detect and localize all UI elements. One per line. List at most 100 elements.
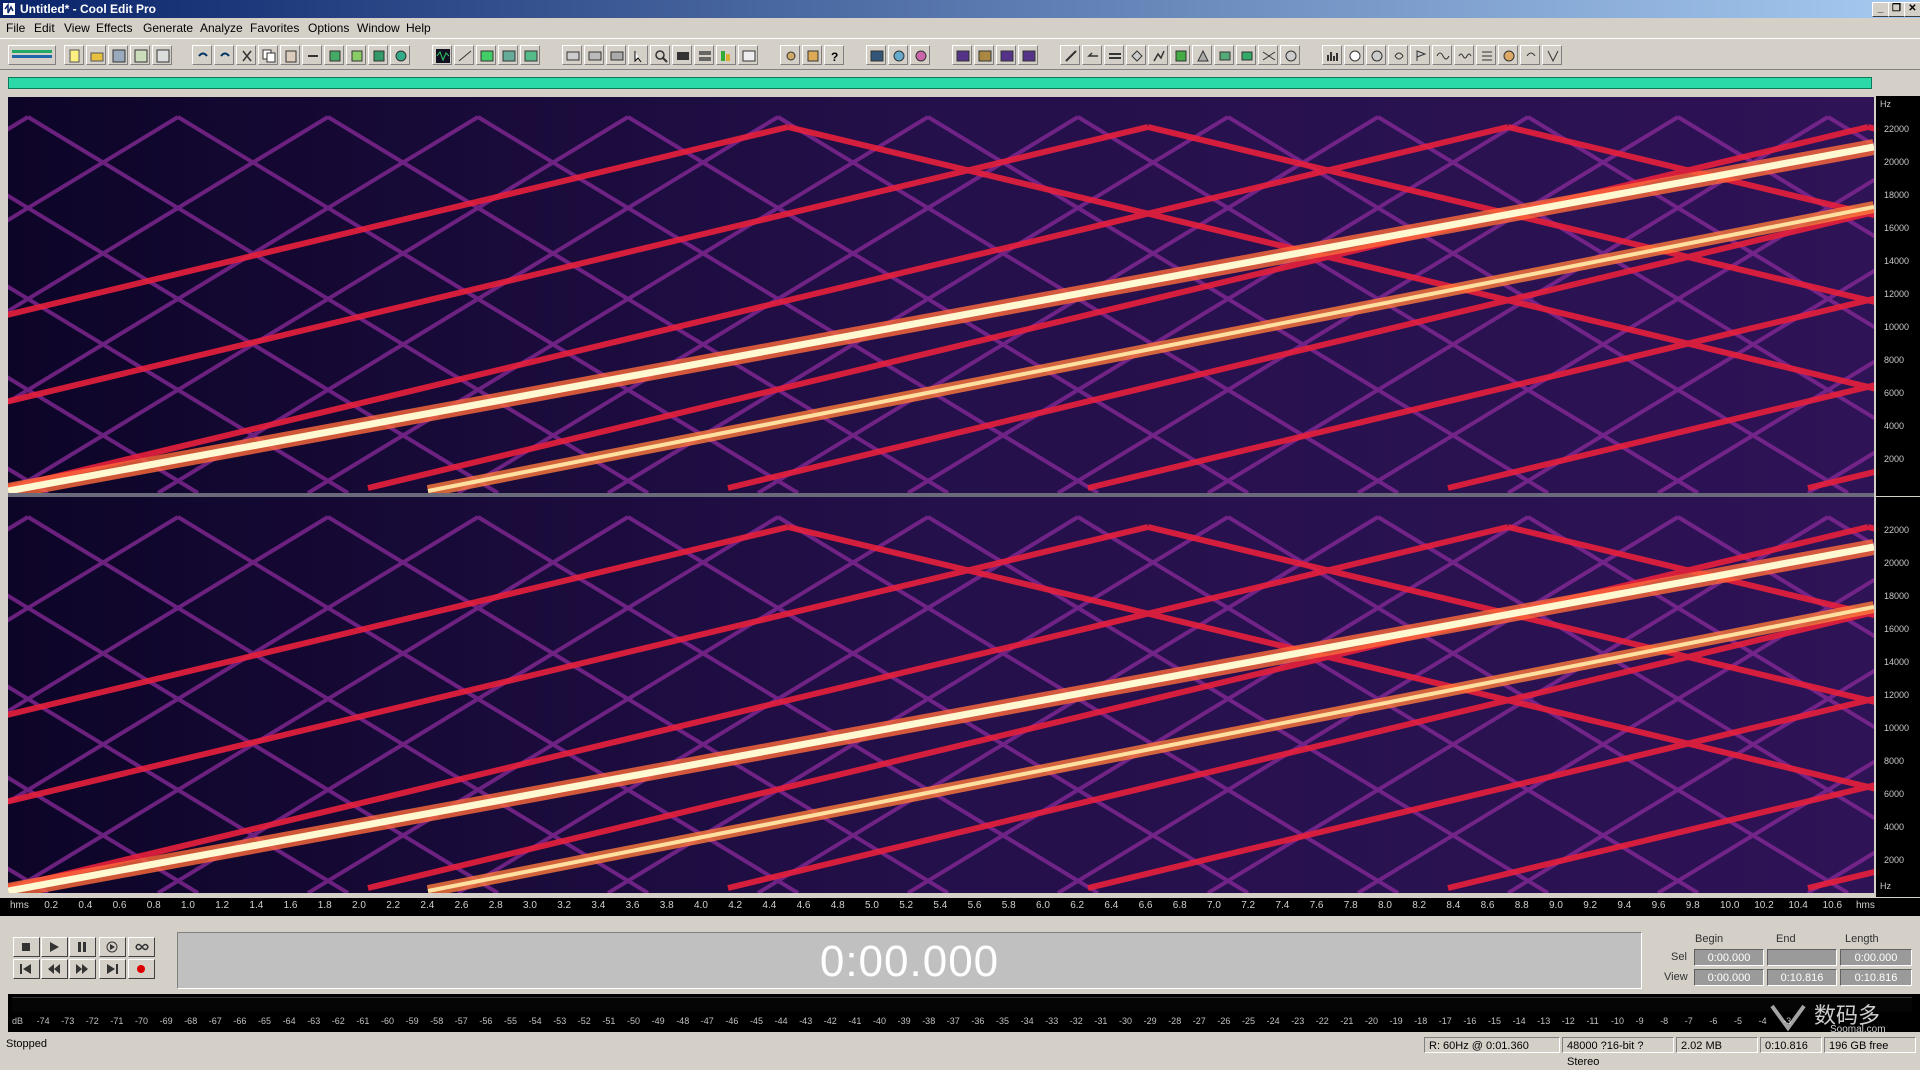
grid-alt-button[interactable] [520, 45, 540, 65]
undo-button[interactable] [192, 45, 212, 65]
menu-generate[interactable]: Generate [143, 21, 193, 35]
menu-window[interactable]: Window [357, 21, 400, 35]
envelope-button[interactable] [476, 45, 496, 65]
analyze-button-4[interactable] [1388, 45, 1408, 65]
pause-button[interactable] [69, 937, 96, 957]
sel-length-field[interactable]: 0:00.000 [1840, 949, 1912, 966]
overview-bar[interactable] [8, 77, 1872, 89]
tool-button-11[interactable] [1280, 45, 1300, 65]
tool-button-8[interactable] [1214, 45, 1234, 65]
spectrogram-left-channel[interactable] [8, 97, 1874, 493]
analyze-button-3[interactable] [1366, 45, 1386, 65]
display-button-1[interactable] [562, 45, 582, 65]
view-begin-field[interactable]: 0:00.000 [1694, 969, 1764, 986]
waveform-view-button[interactable] [432, 45, 452, 65]
level-tick-label: -40 [873, 1016, 887, 1026]
fast-forward-button[interactable] [69, 959, 96, 979]
bits-button[interactable] [672, 45, 692, 65]
menu-effects[interactable]: Effects [96, 21, 132, 35]
frequency-analysis-button[interactable] [866, 45, 886, 65]
analyze-button-6[interactable] [1432, 45, 1452, 65]
analyze-button-10[interactable] [1520, 45, 1540, 65]
tool-button-7[interactable] [1192, 45, 1212, 65]
spectral-view-button[interactable] [454, 45, 474, 65]
sel-end-field[interactable] [1767, 949, 1837, 966]
redo-button[interactable] [214, 45, 234, 65]
tool-button-9[interactable] [1236, 45, 1256, 65]
zoom-button[interactable] [650, 45, 670, 65]
record-clip-button[interactable] [390, 45, 410, 65]
close-button[interactable]: ✕ [1904, 2, 1920, 17]
copy-button[interactable] [258, 45, 278, 65]
time-ruler[interactable]: hms 0.2 0.4 0.6 0.8 1.0 1.2 1.4 1.6 1.8 2.0 2.2 2.4 2… [0, 898, 1920, 916]
tool-button-4[interactable] [1126, 45, 1146, 65]
stop-button[interactable] [13, 937, 40, 957]
go-to-end-button[interactable] [99, 959, 126, 979]
analyze-button-5[interactable] [1410, 45, 1430, 65]
restore-button[interactable]: ❐ [1888, 2, 1905, 17]
view-length-field[interactable]: 0:10.816 [1840, 969, 1912, 986]
loop-button[interactable] [128, 937, 155, 957]
analyze-button-9[interactable] [1498, 45, 1518, 65]
record-button[interactable] [128, 959, 155, 979]
save-as-button[interactable] [130, 45, 150, 65]
settings-button[interactable] [780, 45, 800, 65]
tool-button-6[interactable] [1170, 45, 1190, 65]
tool-button-3[interactable] [1104, 45, 1124, 65]
cursor-button[interactable] [628, 45, 648, 65]
close-file-button[interactable] [152, 45, 172, 65]
menu-help[interactable]: Help [406, 21, 431, 35]
time-tick-label: 2.2 [386, 900, 401, 911]
analyze-button-7[interactable] [1454, 45, 1474, 65]
multitrack-toggle-button[interactable] [8, 45, 56, 65]
analyze-button-11[interactable] [1542, 45, 1562, 65]
display-button-2[interactable] [584, 45, 604, 65]
menu-file[interactable]: File [6, 21, 25, 35]
tool-button-5[interactable] [1148, 45, 1168, 65]
find-button[interactable] [888, 45, 908, 65]
clipboard-button[interactable] [368, 45, 388, 65]
menu-options[interactable]: Options [308, 21, 349, 35]
level-tick-label: -30 [1119, 1016, 1133, 1026]
meter-button[interactable] [716, 45, 736, 65]
grid-button[interactable] [498, 45, 518, 65]
go-to-start-button[interactable] [13, 959, 40, 979]
paste-button[interactable] [280, 45, 300, 65]
hz-tick-label: 20000 [1884, 157, 1910, 167]
open-button[interactable] [86, 45, 106, 65]
tool-button-2[interactable] [1082, 45, 1102, 65]
analyze-button-1[interactable] [1322, 45, 1342, 65]
effect-button-4[interactable] [1018, 45, 1038, 65]
view-end-field[interactable]: 0:10.816 [1767, 969, 1837, 986]
rewind-button[interactable] [41, 959, 68, 979]
play-button[interactable] [41, 937, 68, 957]
info-button[interactable] [738, 45, 758, 65]
analyze-button-2[interactable] [1344, 45, 1364, 65]
display-button-3[interactable] [606, 45, 626, 65]
play-to-end-button[interactable] [99, 937, 126, 957]
tool-button-1[interactable] [1060, 45, 1080, 65]
menu-edit[interactable]: Edit [34, 21, 55, 35]
spectrogram-right-channel[interactable] [8, 497, 1874, 893]
menu-analyze[interactable]: Analyze [200, 21, 243, 35]
channels-button[interactable] [694, 45, 714, 65]
new-button[interactable] [64, 45, 84, 65]
paste-new-button[interactable] [346, 45, 366, 65]
analyze-button-8[interactable] [1476, 45, 1496, 65]
time-tick-label: 2.4 [420, 900, 435, 911]
cut-button[interactable] [236, 45, 256, 65]
minimize-button[interactable]: _ [1872, 2, 1889, 17]
effect-button-1[interactable] [952, 45, 972, 65]
effect-button-2[interactable] [974, 45, 994, 65]
menu-view[interactable]: View [64, 21, 90, 35]
scan-button[interactable] [910, 45, 930, 65]
save-button[interactable] [108, 45, 128, 65]
menu-favorites[interactable]: Favorites [250, 21, 299, 35]
help-button[interactable]: ? [824, 45, 844, 65]
trim-button[interactable] [302, 45, 322, 65]
mix-paste-button[interactable] [324, 45, 344, 65]
scripts-button[interactable] [802, 45, 822, 65]
effect-button-3[interactable] [996, 45, 1016, 65]
tool-button-10[interactable] [1258, 45, 1278, 65]
sel-begin-field[interactable]: 0:00.000 [1694, 949, 1764, 966]
